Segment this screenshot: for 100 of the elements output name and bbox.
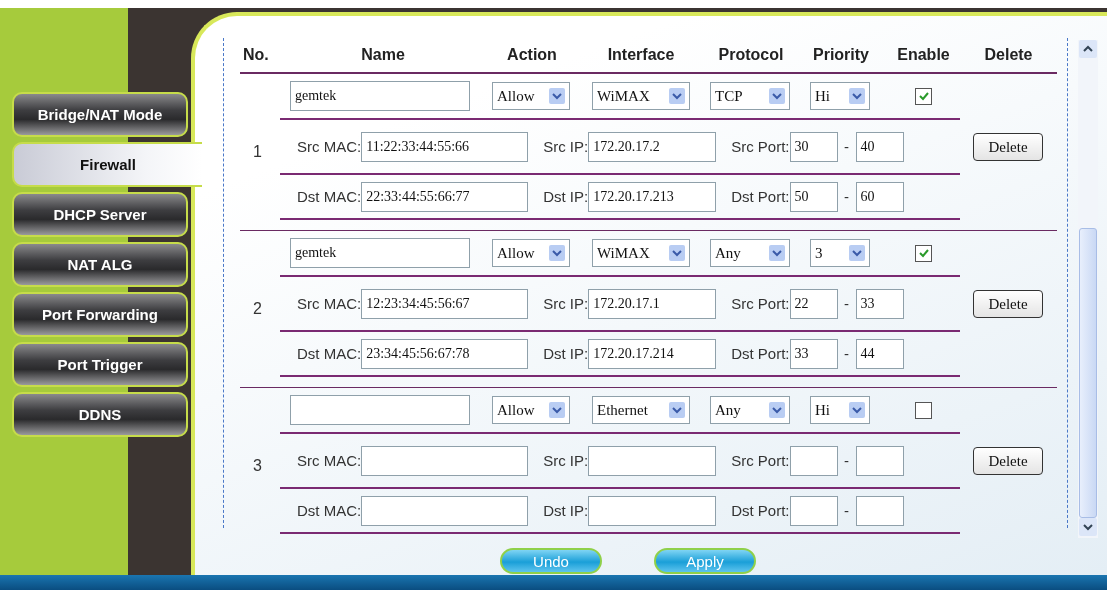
- sidebar-tab[interactable]: DHCP Server: [12, 192, 188, 237]
- dropdown[interactable]: WiMAX: [592, 239, 690, 267]
- range-separator: -: [843, 295, 851, 312]
- port-field[interactable]: 60: [855, 181, 904, 212]
- sidebar-tab[interactable]: DDNS: [12, 392, 188, 437]
- caret-icon: [669, 402, 685, 418]
- delete-button[interactable]: Delete: [973, 290, 1043, 318]
- field-label: Dst MAC:: [297, 345, 362, 362]
- range-separator: -: [843, 138, 851, 155]
- mac-field[interactable]: 23:34:45:56:67:78: [361, 338, 529, 369]
- rule-number: 3: [252, 457, 263, 475]
- caret-icon: [769, 402, 785, 418]
- scroll-up-icon[interactable]: [1079, 40, 1097, 58]
- ip-field[interactable]: [588, 445, 717, 476]
- dropdown[interactable]: Any: [710, 396, 790, 424]
- mac-field[interactable]: 12:23:34:45:56:67: [361, 288, 529, 319]
- ip-field[interactable]: 172.20.17.2: [588, 131, 717, 162]
- field-label: Dst IP:: [543, 345, 589, 362]
- rule-number: 1: [252, 143, 263, 161]
- ip-field[interactable]: 172.20.17.1: [588, 288, 717, 319]
- port-field[interactable]: 30: [789, 131, 838, 162]
- enable-checkbox[interactable]: [915, 401, 932, 419]
- name-field[interactable]: [290, 395, 470, 425]
- port-field[interactable]: 33: [789, 338, 838, 369]
- sidebar-tab[interactable]: Bridge/NAT Mode: [12, 92, 188, 137]
- field-label: Dst Port:: [731, 188, 790, 205]
- port-field[interactable]: [789, 445, 838, 476]
- scrollbar[interactable]: [1078, 40, 1098, 538]
- field-label: Dst MAC:: [297, 502, 362, 519]
- delete-button[interactable]: Delete: [973, 133, 1043, 161]
- field-label: Src MAC:: [297, 295, 362, 312]
- caret-icon: [849, 88, 865, 104]
- scroll-down-icon[interactable]: [1079, 518, 1097, 536]
- range-separator: -: [843, 188, 851, 205]
- caret-icon: [769, 88, 785, 104]
- ip-field[interactable]: 172.20.17.213: [588, 181, 717, 212]
- sidebar-tab[interactable]: Firewall: [12, 142, 202, 187]
- range-separator: -: [843, 345, 851, 362]
- delete-button[interactable]: Delete: [973, 447, 1043, 475]
- field-label: Dst IP:: [543, 502, 589, 519]
- dropdown[interactable]: Hi: [810, 396, 870, 424]
- ip-field[interactable]: [588, 495, 717, 526]
- column-header: Priority: [812, 46, 870, 64]
- column-header: Action: [506, 46, 558, 64]
- field-label: Src Port:: [731, 295, 790, 312]
- column-header: Protocol: [717, 46, 785, 64]
- ip-field[interactable]: 172.20.17.214: [588, 338, 717, 369]
- caret-icon: [549, 245, 565, 261]
- mac-field[interactable]: [361, 495, 529, 526]
- enable-checkbox[interactable]: [915, 244, 932, 262]
- port-field[interactable]: [789, 495, 838, 526]
- port-field[interactable]: 44: [855, 338, 904, 369]
- column-header: Name: [360, 46, 406, 64]
- caret-icon: [669, 88, 685, 104]
- port-field[interactable]: 33: [855, 288, 904, 319]
- column-header: Enable: [896, 46, 951, 64]
- field-label: Dst MAC:: [297, 188, 362, 205]
- mac-field[interactable]: 22:33:44:55:66:77: [361, 181, 529, 212]
- field-label: Src IP:: [543, 138, 589, 155]
- mac-field[interactable]: [361, 445, 529, 476]
- enable-checkbox[interactable]: [915, 87, 932, 105]
- field-label: Src MAC:: [297, 138, 362, 155]
- rule-number: 2: [252, 300, 263, 318]
- dropdown[interactable]: Any: [710, 239, 790, 267]
- sidebar-tab[interactable]: Port Forwarding: [12, 292, 188, 337]
- dropdown[interactable]: Allow: [492, 396, 570, 424]
- sidebar-tab[interactable]: NAT ALG: [12, 242, 188, 287]
- check-icon: [917, 247, 930, 259]
- field-label: Src IP:: [543, 452, 589, 469]
- name-field[interactable]: gemtek: [290, 81, 470, 111]
- dropdown[interactable]: 3: [810, 239, 870, 267]
- dropdown[interactable]: WiMAX: [592, 82, 690, 110]
- dropdown[interactable]: Ethernet: [592, 396, 690, 424]
- dropdown[interactable]: TCP: [710, 82, 790, 110]
- port-field[interactable]: 50: [789, 181, 838, 212]
- scroll-thumb[interactable]: [1079, 228, 1097, 518]
- name-field[interactable]: gemtek: [290, 238, 470, 268]
- dropdown[interactable]: Allow: [492, 239, 570, 267]
- field-label: Src IP:: [543, 295, 589, 312]
- field-label: Src MAC:: [297, 452, 362, 469]
- column-header: No.: [243, 46, 270, 64]
- dropdown[interactable]: Allow: [492, 82, 570, 110]
- range-separator: -: [843, 452, 851, 469]
- port-field[interactable]: 40: [855, 131, 904, 162]
- mac-field[interactable]: 11:22:33:44:55:66: [361, 131, 529, 162]
- sidebar-tab[interactable]: Port Trigger: [12, 342, 188, 387]
- port-field[interactable]: [855, 495, 904, 526]
- range-separator: -: [843, 502, 851, 519]
- port-field[interactable]: 22: [789, 288, 838, 319]
- field-label: Dst Port:: [731, 345, 790, 362]
- caret-icon: [769, 245, 785, 261]
- caret-icon: [549, 402, 565, 418]
- field-label: Src Port:: [731, 138, 790, 155]
- port-field[interactable]: [855, 445, 904, 476]
- caret-icon: [849, 402, 865, 418]
- field-label: Src Port:: [731, 452, 790, 469]
- caret-icon: [669, 245, 685, 261]
- check-icon: [917, 90, 930, 102]
- dropdown[interactable]: Hi: [810, 82, 870, 110]
- caret-icon: [849, 245, 865, 261]
